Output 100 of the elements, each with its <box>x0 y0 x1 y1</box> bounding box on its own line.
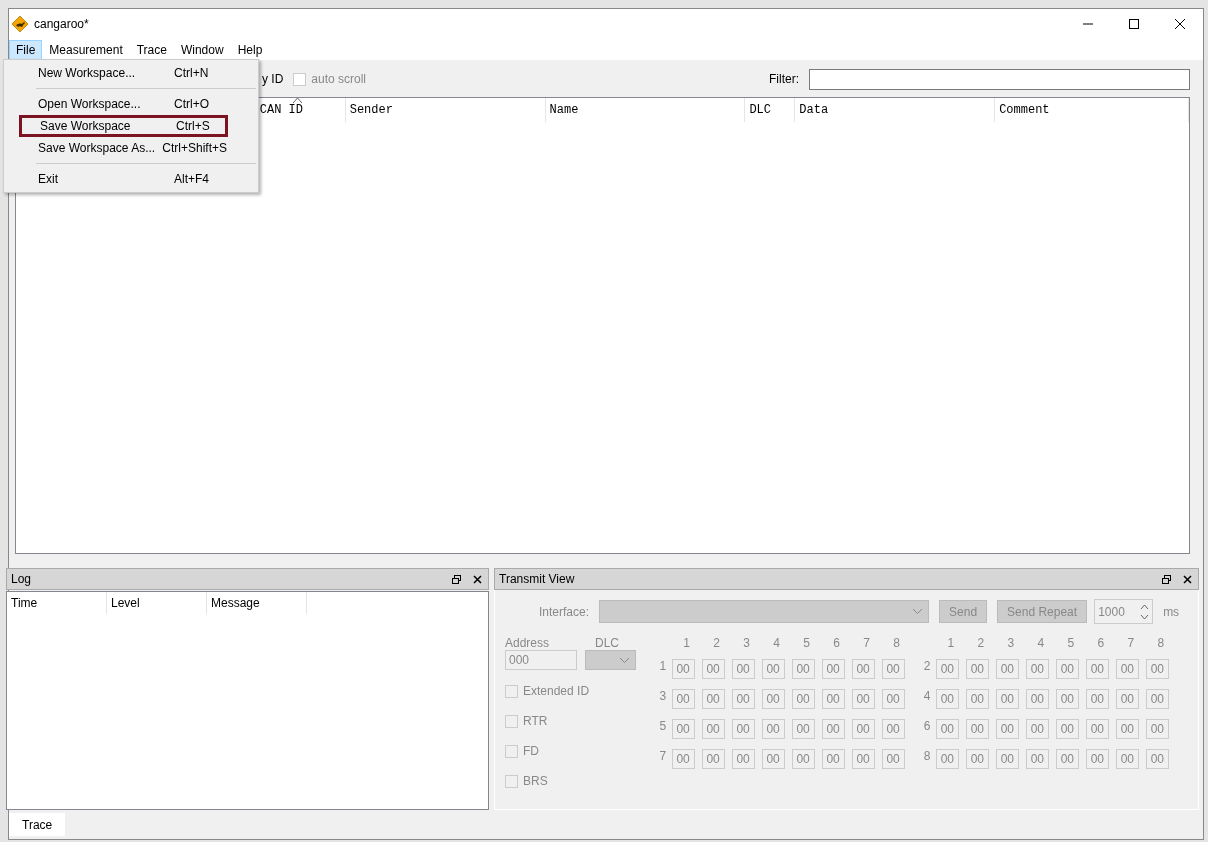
byte-field[interactable]: 00 <box>995 719 1019 739</box>
byte-field[interactable]: 00 <box>671 689 695 709</box>
tab[interactable]: Trace <box>9 813 66 836</box>
byte-field[interactable]: 00 <box>851 719 875 739</box>
column-header[interactable]: Comment <box>995 98 1189 122</box>
byte-field[interactable]: 00 <box>851 659 875 679</box>
byte-field[interactable]: 00 <box>935 659 959 679</box>
byte-field[interactable]: 00 <box>995 749 1019 769</box>
byte-field[interactable]: 00 <box>1145 659 1169 679</box>
byte-field[interactable]: 00 <box>881 719 905 739</box>
byte-field[interactable]: 00 <box>791 719 815 739</box>
byte-field[interactable]: 00 <box>731 749 755 769</box>
spin-arrows-icon[interactable] <box>1140 602 1150 621</box>
byte-field[interactable]: 00 <box>935 689 959 709</box>
byte-field[interactable]: 00 <box>701 689 725 709</box>
byte-field[interactable]: 00 <box>821 659 845 679</box>
byte-field[interactable]: 00 <box>1115 719 1139 739</box>
byte-field[interactable]: 00 <box>1145 749 1169 769</box>
byte-field[interactable]: 00 <box>1085 659 1109 679</box>
byte-field[interactable]: 00 <box>965 689 989 709</box>
byte-field[interactable]: 00 <box>821 719 845 739</box>
column-header[interactable]: Name <box>545 98 746 122</box>
byte-field[interactable]: 00 <box>965 749 989 769</box>
column-header[interactable]: Data <box>795 98 996 122</box>
byte-field[interactable]: 00 <box>1055 659 1079 679</box>
byte-field[interactable]: 00 <box>761 719 785 739</box>
maximize-icon[interactable] <box>1129 19 1139 29</box>
auto-scroll-checkbox[interactable] <box>293 72 307 86</box>
send-button[interactable]: Send <box>939 600 988 623</box>
byte-field[interactable]: 00 <box>1145 719 1169 739</box>
byte-field[interactable]: 00 <box>1115 749 1139 769</box>
byte-field[interactable]: 00 <box>701 719 725 739</box>
column-header[interactable]: Level <box>107 592 207 614</box>
float-icon[interactable] <box>452 574 461 584</box>
byte-field[interactable]: 00 <box>821 689 845 709</box>
byte-field[interactable]: 00 <box>731 689 755 709</box>
byte-field[interactable]: 00 <box>1025 659 1049 679</box>
column-header[interactable]: Message <box>207 592 307 614</box>
byte-field[interactable]: 00 <box>1085 719 1109 739</box>
byte-field[interactable]: 00 <box>791 689 815 709</box>
menu-item[interactable]: Save Workspace As... Ctrl+Shift+S <box>20 137 227 159</box>
filter-field[interactable] <box>809 68 1190 90</box>
byte-field[interactable]: 00 <box>701 749 725 769</box>
byte-field[interactable]: 00 <box>965 719 989 739</box>
column-header[interactable]: DLC <box>745 98 796 122</box>
menu-item[interactable]: Exit Alt+F4 <box>20 168 227 190</box>
byte-field[interactable]: 00 <box>671 749 695 769</box>
byte-field[interactable]: 00 <box>881 689 905 709</box>
byte-field[interactable]: 00 <box>1055 719 1079 739</box>
flag-checkbox[interactable] <box>505 714 518 728</box>
byte-field[interactable]: 00 <box>851 689 875 709</box>
byte-field[interactable]: 00 <box>761 689 785 709</box>
byte-field[interactable]: 00 <box>1025 689 1049 709</box>
menu-item[interactable]: Window <box>173 39 231 60</box>
menu-item[interactable]: Save Workspace Ctrl+S <box>19 115 228 137</box>
menu-item[interactable]: Trace <box>129 39 174 60</box>
menu-item[interactable]: Open Workspace... Ctrl+O <box>20 93 227 115</box>
byte-field[interactable]: 00 <box>791 659 815 679</box>
byte-field[interactable]: 00 <box>731 719 755 739</box>
byte-field[interactable]: 00 <box>701 659 725 679</box>
byte-field[interactable]: 00 <box>965 659 989 679</box>
byte-field[interactable]: 00 <box>671 719 695 739</box>
byte-field[interactable]: 00 <box>731 659 755 679</box>
flag-checkbox[interactable] <box>505 684 518 698</box>
byte-field[interactable]: 00 <box>881 659 905 679</box>
column-header[interactable]: Sender <box>345 98 546 122</box>
byte-field[interactable]: 00 <box>1025 749 1049 769</box>
close-icon[interactable] <box>1183 574 1192 584</box>
byte-field[interactable]: 00 <box>935 719 959 739</box>
close-icon[interactable] <box>1175 19 1185 29</box>
menu-item[interactable]: Help <box>230 39 270 60</box>
byte-field[interactable]: 00 <box>761 659 785 679</box>
byte-field[interactable]: 00 <box>881 749 905 769</box>
byte-field[interactable]: 00 <box>821 749 845 769</box>
flag-checkbox[interactable] <box>505 774 518 788</box>
byte-field[interactable]: 00 <box>1145 689 1169 709</box>
byte-field[interactable]: 00 <box>761 749 785 769</box>
byte-field[interactable]: 00 <box>1115 659 1139 679</box>
byte-field[interactable]: 00 <box>935 749 959 769</box>
menu-item[interactable]: File <box>9 39 43 60</box>
byte-field[interactable]: 00 <box>1115 689 1139 709</box>
byte-field[interactable]: 00 <box>1025 719 1049 739</box>
flag-checkbox[interactable] <box>505 744 518 758</box>
byte-field[interactable]: 00 <box>1055 689 1079 709</box>
byte-field[interactable]: 00 <box>1055 749 1079 769</box>
address-field[interactable]: 000 <box>505 650 577 670</box>
byte-field[interactable]: 00 <box>791 749 815 769</box>
close-icon[interactable] <box>473 574 482 584</box>
byte-field[interactable]: 00 <box>671 659 695 679</box>
byte-field[interactable]: 00 <box>1085 689 1109 709</box>
byte-field[interactable]: 00 <box>1085 749 1109 769</box>
column-header[interactable]: Time <box>7 592 107 614</box>
byte-field[interactable]: 00 <box>851 749 875 769</box>
byte-field[interactable]: 00 <box>995 659 1019 679</box>
byte-field[interactable]: 00 <box>995 689 1019 709</box>
menu-item[interactable]: New Workspace... Ctrl+N <box>20 62 227 84</box>
send-repeat-button[interactable]: Send Repeat <box>997 600 1088 623</box>
menu-item[interactable]: Measurement <box>42 39 130 60</box>
interval-spinbox[interactable]: 1000 <box>1094 599 1154 624</box>
float-icon[interactable] <box>1162 574 1171 584</box>
